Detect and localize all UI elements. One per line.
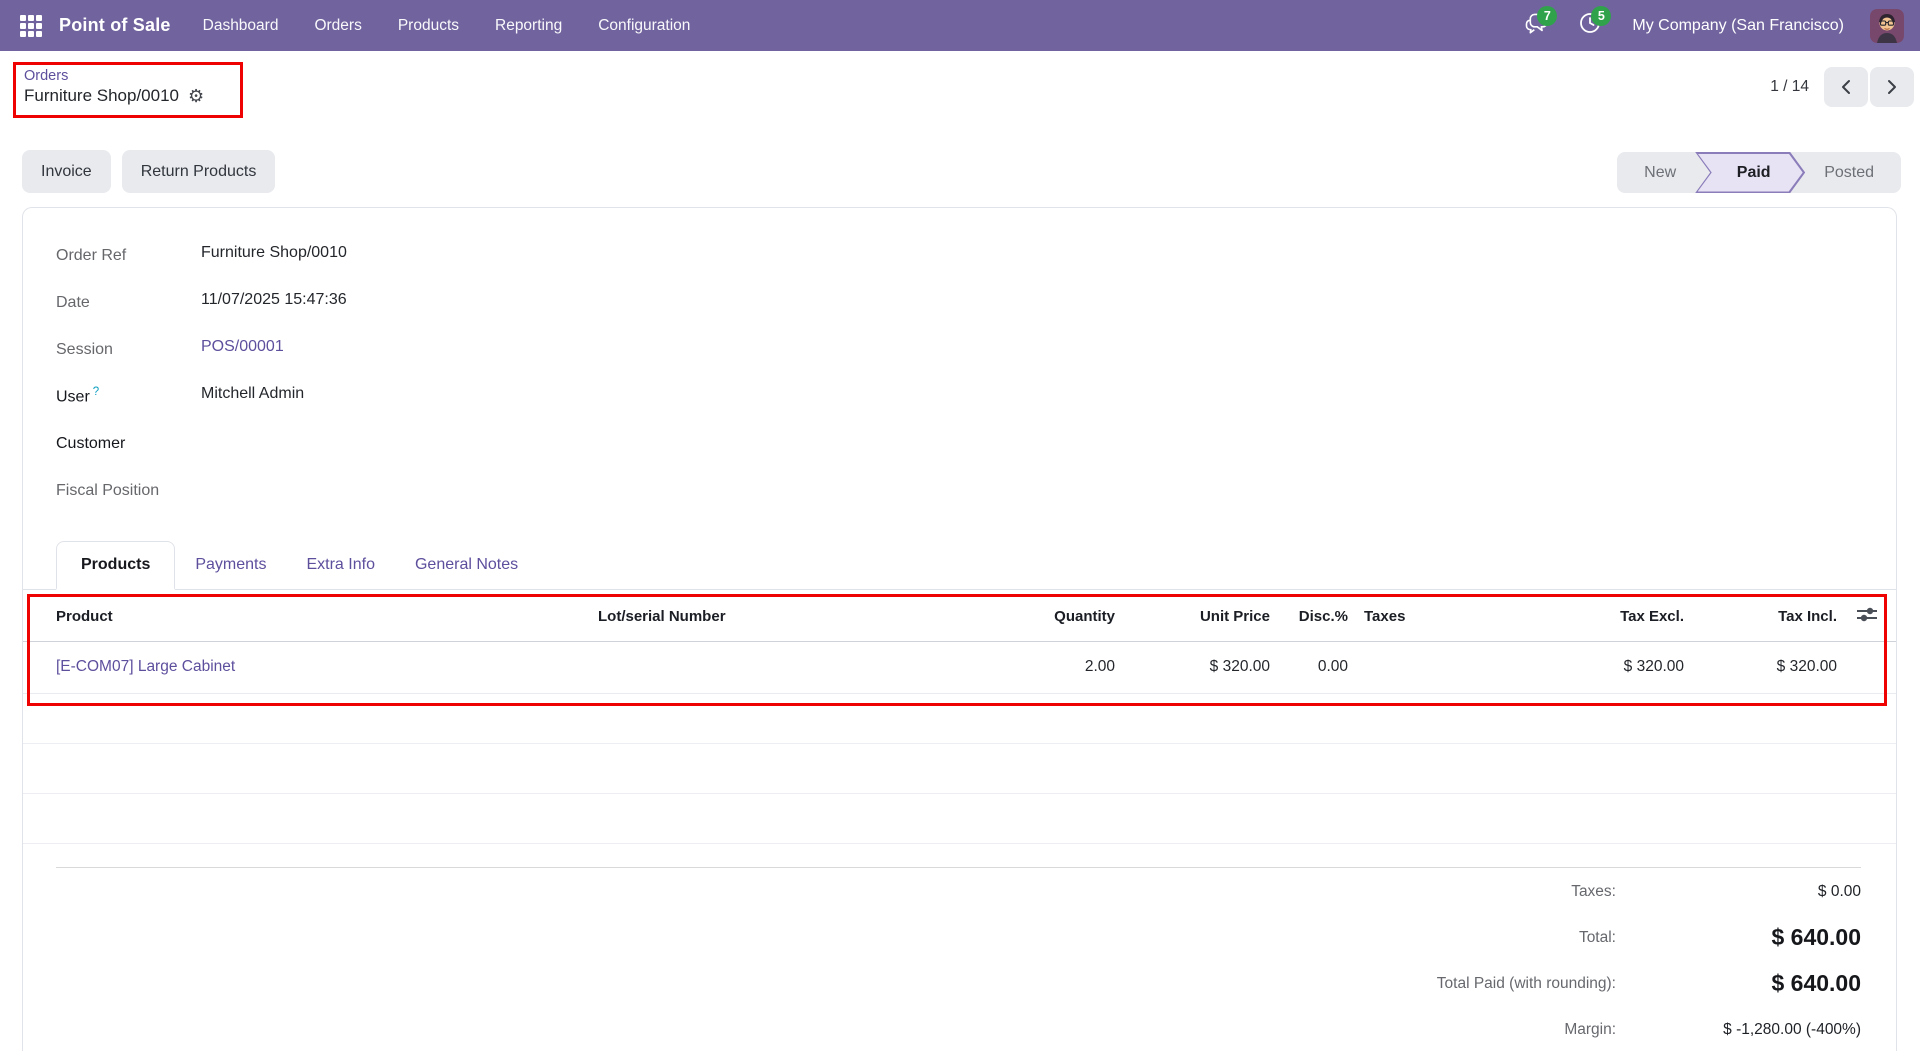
state-step-new[interactable]: New bbox=[1617, 152, 1703, 193]
control-panel: Orders Furniture Shop/0010 ⚙ 1 / 14 bbox=[0, 51, 1920, 122]
column-header-discount[interactable]: Disc.% bbox=[1270, 593, 1348, 642]
apps-grid-icon[interactable] bbox=[18, 13, 44, 39]
chevron-right-icon bbox=[1888, 79, 1896, 94]
optional-columns-icon[interactable] bbox=[1855, 606, 1879, 623]
total-value-taxes: $ 0.00 bbox=[1817, 882, 1861, 900]
form-sheet: Order Ref Furniture Shop/0010 Date 11/07… bbox=[22, 207, 1897, 1051]
column-header-tax-incl[interactable]: Tax Incl. bbox=[1684, 593, 1837, 642]
pager-next-button[interactable] bbox=[1870, 66, 1914, 107]
return-products-button[interactable]: Return Products bbox=[121, 150, 276, 193]
tab-extra-info[interactable]: Extra Info bbox=[286, 541, 394, 589]
cell-quantity: 2.00 bbox=[938, 641, 1115, 694]
status-bar: Invoice Return Products New Paid Posted bbox=[0, 122, 1920, 207]
field-value-order-ref[interactable]: Furniture Shop/0010 bbox=[201, 244, 783, 268]
menu-products[interactable]: Products bbox=[398, 17, 459, 35]
cell-lot bbox=[598, 641, 938, 694]
total-value-margin: $ -1,280.00 (-400%) bbox=[1723, 1020, 1861, 1038]
order-lines-table: Product Lot/serial Number Quantity Unit … bbox=[23, 593, 1896, 844]
field-value-date[interactable]: 11/07/2025 15:47:36 bbox=[201, 291, 783, 315]
field-label-user: User? bbox=[56, 386, 100, 406]
field-value-customer[interactable] bbox=[201, 432, 783, 456]
tab-general-notes[interactable]: General Notes bbox=[395, 541, 538, 589]
total-label-total: Total: bbox=[1578, 928, 1616, 946]
field-session: Session POS/00001 bbox=[56, 326, 783, 373]
order-fields: Order Ref Furniture Shop/0010 Date 11/07… bbox=[23, 232, 783, 514]
activities-button[interactable]: 5 bbox=[1578, 5, 1612, 39]
empty-row bbox=[23, 743, 1896, 794]
top-navbar: Point of Sale Dashboard Orders Products … bbox=[0, 0, 1920, 51]
state-pipeline: New Paid Posted bbox=[1617, 152, 1901, 193]
total-value-total-paid: $ 640.00 bbox=[1771, 970, 1861, 996]
column-header-quantity[interactable]: Quantity bbox=[938, 593, 1115, 642]
cell-tax-incl: $ 320.00 bbox=[1684, 641, 1837, 694]
cell-unit-price: $ 320.00 bbox=[1115, 641, 1270, 694]
total-row-total-paid: Total Paid (with rounding): $ 640.00 bbox=[23, 961, 1896, 1007]
total-row-total: Total: $ 640.00 bbox=[23, 915, 1896, 961]
totals-separator bbox=[56, 866, 1861, 868]
user-avatar[interactable] bbox=[1870, 8, 1904, 43]
menu-reporting[interactable]: Reporting bbox=[495, 17, 562, 35]
product-link[interactable]: [E-COM07] Large Cabinet bbox=[56, 658, 235, 675]
field-user: User? Mitchell Admin bbox=[56, 373, 783, 420]
field-label-fiscal-position: Fiscal Position bbox=[56, 481, 160, 499]
menu-configuration[interactable]: Configuration bbox=[598, 17, 690, 35]
notebook-tabs: Products Payments Extra Info General Not… bbox=[23, 541, 1896, 590]
state-step-paid-active[interactable]: Paid bbox=[1695, 152, 1805, 193]
empty-row bbox=[23, 793, 1896, 844]
help-question-icon[interactable]: ? bbox=[93, 386, 99, 398]
main-menu: Dashboard Orders Products Reporting Conf… bbox=[203, 17, 691, 35]
order-line-row[interactable]: [E-COM07] Large Cabinet 2.00 $ 320.00 0.… bbox=[23, 641, 1896, 694]
cell-tax-excl: $ 320.00 bbox=[1586, 641, 1684, 694]
breadcrumb-parent-link[interactable]: Orders bbox=[24, 68, 204, 84]
messages-badge: 7 bbox=[1537, 5, 1558, 26]
menu-dashboard[interactable]: Dashboard bbox=[203, 17, 279, 35]
chevron-left-icon bbox=[1842, 79, 1850, 94]
total-row-taxes: Taxes: $ 0.00 bbox=[23, 869, 1896, 915]
field-order-ref: Order Ref Furniture Shop/0010 bbox=[56, 232, 783, 279]
messages-button[interactable]: 7 bbox=[1524, 5, 1558, 39]
breadcrumb-current: Furniture Shop/0010 bbox=[24, 85, 179, 105]
company-switcher[interactable]: My Company (San Francisco) bbox=[1632, 17, 1844, 35]
field-customer: Customer bbox=[56, 420, 783, 467]
total-row-margin: Margin: $ -1,280.00 (-400%) bbox=[23, 1007, 1896, 1051]
column-header-tax-excl[interactable]: Tax Excl. bbox=[1586, 593, 1684, 642]
pager-count: 1 / 14 bbox=[1770, 77, 1809, 95]
invoice-button[interactable]: Invoice bbox=[22, 150, 111, 193]
field-value-session-link[interactable]: POS/00001 bbox=[201, 338, 783, 362]
activities-badge: 5 bbox=[1591, 5, 1612, 26]
column-header-lot-serial[interactable]: Lot/serial Number bbox=[598, 593, 938, 642]
cell-taxes bbox=[1348, 641, 1586, 694]
table-header-row: Product Lot/serial Number Quantity Unit … bbox=[23, 593, 1896, 642]
field-label-date: Date bbox=[56, 293, 90, 311]
field-date: Date 11/07/2025 15:47:36 bbox=[56, 279, 783, 326]
field-label-session: Session bbox=[56, 340, 113, 358]
pager-previous-button[interactable] bbox=[1824, 66, 1868, 107]
breadcrumb: Orders Furniture Shop/0010 ⚙ bbox=[24, 68, 204, 106]
total-value-total: $ 640.00 bbox=[1771, 924, 1861, 950]
tab-products[interactable]: Products bbox=[56, 541, 176, 590]
total-label-total-paid: Total Paid (with rounding): bbox=[1436, 974, 1616, 992]
state-step-posted[interactable]: Posted bbox=[1797, 152, 1901, 193]
field-label-customer: Customer bbox=[56, 434, 126, 452]
field-label-order-ref: Order Ref bbox=[56, 246, 127, 264]
total-label-margin: Margin: bbox=[1564, 1020, 1616, 1038]
field-value-user[interactable]: Mitchell Admin bbox=[201, 385, 783, 409]
column-header-unit-price[interactable]: Unit Price bbox=[1115, 593, 1270, 642]
settings-gear-icon[interactable]: ⚙ bbox=[188, 87, 204, 105]
pager: 1 / 14 bbox=[1770, 66, 1914, 107]
app-name[interactable]: Point of Sale bbox=[59, 15, 171, 36]
empty-row bbox=[23, 693, 1896, 744]
column-header-taxes[interactable]: Taxes bbox=[1348, 593, 1586, 642]
cell-discount: 0.00 bbox=[1270, 641, 1348, 694]
total-label-taxes: Taxes: bbox=[1571, 882, 1616, 900]
column-header-product[interactable]: Product bbox=[23, 593, 598, 642]
field-value-fiscal-position[interactable] bbox=[201, 479, 783, 503]
totals-block: Taxes: $ 0.00 Total: $ 640.00 Total Paid… bbox=[23, 869, 1896, 1051]
tab-payments[interactable]: Payments bbox=[175, 541, 286, 589]
field-fiscal-position: Fiscal Position bbox=[56, 467, 783, 514]
menu-orders[interactable]: Orders bbox=[314, 17, 361, 35]
